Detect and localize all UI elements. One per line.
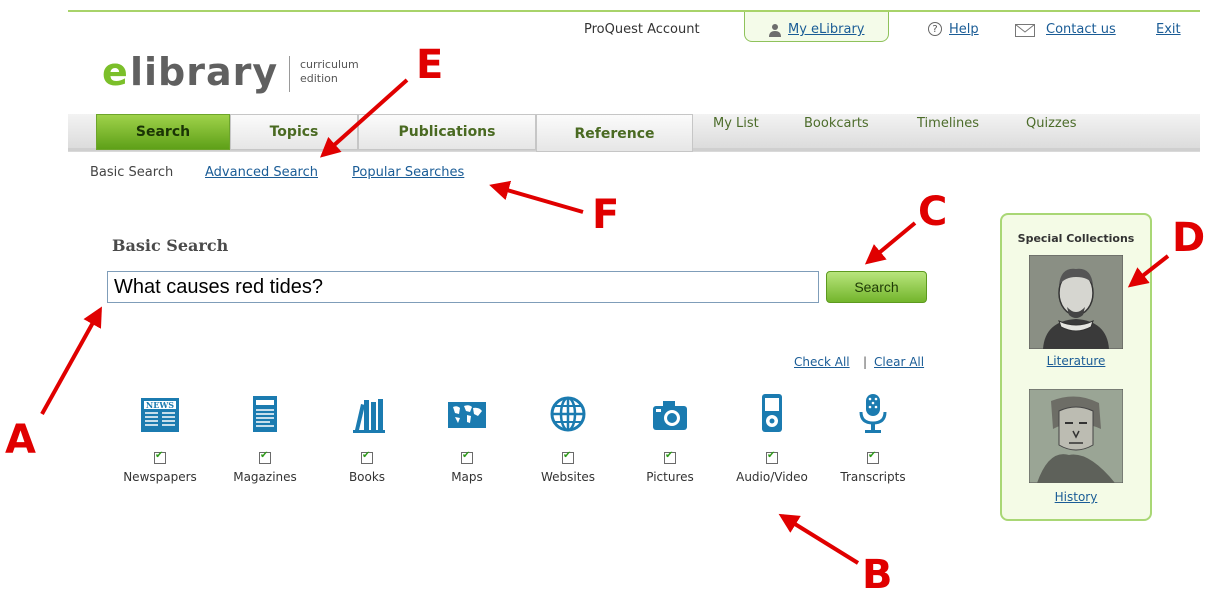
top-border — [68, 10, 1200, 12]
annotation-letter-c: C — [918, 189, 948, 235]
basic-search-subnav[interactable]: Basic Search — [90, 165, 173, 180]
annotation-letter-f: F — [592, 192, 620, 238]
search-input[interactable] — [107, 271, 819, 303]
clear-all-link[interactable]: Clear All — [874, 355, 924, 369]
help-icon: ? — [928, 22, 942, 36]
proquest-account-link[interactable]: ProQuest Account — [584, 22, 700, 37]
tab-search[interactable]: Search — [96, 114, 230, 150]
tab-quizzes[interactable]: Quizzes — [1026, 116, 1077, 131]
globe-icon — [550, 396, 586, 432]
arrow-a — [40, 306, 102, 415]
books-icon — [353, 399, 385, 433]
pictures-checkbox[interactable] — [664, 450, 676, 464]
link-separator: | — [863, 355, 868, 369]
popular-searches-link[interactable]: Popular Searches — [352, 165, 464, 180]
newspapers-checkbox[interactable] — [154, 450, 166, 464]
magazine-icon — [253, 396, 277, 432]
books-checkbox[interactable] — [361, 450, 373, 464]
page-title: Basic Search — [112, 236, 229, 255]
advanced-search-link[interactable]: Advanced Search — [205, 165, 318, 180]
annotation-letter-d: D — [1172, 215, 1206, 261]
content-type-label: Websites — [540, 470, 596, 484]
websites-checkbox[interactable] — [562, 450, 574, 464]
logo-subtitle-line1: curriculum — [300, 58, 359, 71]
logo-e: e — [102, 50, 129, 94]
envelope-icon — [1015, 24, 1035, 37]
content-type-newspapers: NEWS Newspapers — [110, 392, 210, 484]
literature-portrait[interactable] — [1029, 255, 1123, 349]
transcripts-checkbox[interactable] — [867, 450, 879, 464]
logo-divider — [289, 56, 290, 92]
user-icon — [769, 24, 781, 37]
maps-checkbox[interactable] — [461, 450, 473, 464]
tab-bookcarts[interactable]: Bookcarts — [804, 116, 869, 131]
camera-icon — [653, 401, 687, 430]
annotation-letter-e: E — [416, 42, 444, 88]
arrow-f — [489, 180, 584, 214]
content-type-pictures: Pictures — [620, 392, 720, 484]
content-type-websites: Websites — [518, 392, 618, 484]
content-type-maps: Maps — [417, 392, 517, 484]
content-type-label: Transcripts — [840, 470, 906, 484]
annotation-letter-b: B — [862, 552, 893, 598]
check-all-link[interactable]: Check All — [794, 355, 850, 369]
logo-subtitle-line2: edition — [300, 72, 338, 85]
content-type-label: Pictures — [646, 470, 694, 484]
audio-video-checkbox[interactable] — [766, 450, 778, 464]
search-button[interactable]: Search — [826, 271, 927, 303]
history-sphinx-image[interactable] — [1029, 389, 1123, 483]
logo-wordmark: library — [130, 50, 279, 94]
history-link[interactable]: History — [1000, 490, 1152, 504]
exit-link[interactable]: Exit — [1156, 22, 1181, 37]
annotation-letter-a: A — [5, 417, 36, 463]
content-type-audio-video: Audio/Video — [722, 392, 822, 484]
contact-us-link[interactable]: Contact us — [1046, 22, 1116, 37]
help-link[interactable]: Help — [949, 22, 979, 37]
tab-publications[interactable]: Publications — [358, 114, 536, 150]
my-elibrary-link[interactable]: My eLibrary — [788, 22, 865, 37]
content-type-label: Books — [348, 470, 386, 484]
content-type-magazines: Magazines — [215, 392, 315, 484]
literature-link[interactable]: Literature — [1000, 354, 1152, 368]
magazines-checkbox[interactable] — [259, 450, 271, 464]
microphone-icon — [859, 394, 887, 433]
tab-topics[interactable]: Topics — [230, 114, 358, 150]
tab-my-list[interactable]: My List — [713, 116, 759, 131]
arrow-c — [864, 221, 917, 265]
content-type-transcripts: Transcripts — [823, 392, 923, 484]
content-type-label: Maps — [451, 470, 483, 484]
content-type-books: Books — [317, 392, 417, 484]
content-type-label: Audio/Video — [736, 470, 808, 484]
map-icon — [448, 402, 486, 428]
svg-text:NEWS: NEWS — [146, 400, 174, 410]
media-player-icon — [762, 394, 782, 432]
arrow-b — [778, 513, 860, 565]
special-collections-title: Special Collections — [1017, 232, 1135, 245]
content-type-label: Magazines — [233, 470, 297, 484]
newspaper-icon: NEWS — [141, 398, 179, 432]
content-type-label: Newspapers — [123, 470, 197, 484]
tab-reference[interactable]: Reference — [536, 114, 693, 152]
tab-timelines[interactable]: Timelines — [917, 116, 979, 131]
